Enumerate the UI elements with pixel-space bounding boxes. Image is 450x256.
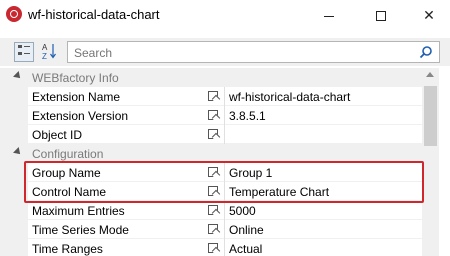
column-divider	[224, 125, 225, 144]
search-icon[interactable]	[419, 45, 433, 59]
category-label: WEBfactory Info	[32, 71, 119, 85]
property-row-group-name[interactable]: Group Name Group 1	[0, 163, 422, 182]
close-button[interactable]: ✕	[406, 0, 450, 30]
search-box	[67, 41, 440, 63]
vertical-scrollbar[interactable]	[422, 68, 439, 256]
property-name: Control Name	[32, 185, 107, 199]
search-input[interactable]	[74, 45, 394, 60]
close-icon: ✕	[423, 7, 435, 23]
row-margin	[0, 182, 28, 201]
property-value[interactable]: Actual	[229, 242, 262, 256]
column-divider	[224, 182, 225, 201]
sort-alpha-icon: A Z	[42, 43, 56, 61]
edit-icon[interactable]	[208, 243, 218, 253]
column-divider	[224, 106, 225, 125]
column-divider	[224, 239, 225, 256]
window-title: wf-historical-data-chart	[28, 7, 160, 22]
alphabetical-view-button[interactable]: A Z	[39, 42, 59, 62]
property-value[interactable]: wf-historical-data-chart	[229, 90, 350, 104]
column-divider	[224, 87, 225, 106]
edit-icon[interactable]	[208, 167, 218, 177]
property-value[interactable]: 5000	[229, 204, 256, 218]
property-name: Extension Version	[32, 109, 129, 123]
collapse-icon[interactable]	[13, 147, 23, 157]
edit-icon[interactable]	[208, 224, 218, 234]
property-toolbar: A Z	[0, 38, 450, 66]
minimize-button[interactable]	[306, 0, 352, 30]
column-divider	[224, 201, 225, 220]
property-name: Time Series Mode	[32, 223, 129, 237]
property-row-maximum-entries[interactable]: Maximum Entries 5000	[0, 201, 422, 220]
property-row-control-name[interactable]: Control Name Temperature Chart	[0, 182, 422, 201]
row-margin	[0, 163, 28, 182]
property-row-time-ranges[interactable]: Time Ranges Actual	[0, 239, 422, 256]
property-name: Group Name	[32, 166, 101, 180]
property-grid: WEBfactory Info Extension Name wf-histor…	[0, 68, 450, 256]
edit-icon[interactable]	[208, 186, 218, 196]
property-value[interactable]: 3.8.5.1	[229, 109, 266, 123]
edit-icon[interactable]	[208, 129, 218, 139]
category-label: Configuration	[32, 147, 104, 161]
svg-text:Z: Z	[42, 52, 47, 60]
category-webfactory-info[interactable]: WEBfactory Info	[0, 68, 422, 87]
maximize-icon	[376, 11, 386, 22]
title-bar: wf-historical-data-chart ✕	[0, 0, 450, 30]
property-value[interactable]: Group 1	[229, 166, 272, 180]
categorized-icon	[18, 45, 30, 55]
property-row-extension-name[interactable]: Extension Name wf-historical-data-chart	[0, 87, 422, 106]
row-margin	[0, 201, 28, 220]
property-row-extension-version[interactable]: Extension Version 3.8.5.1	[0, 106, 422, 125]
property-value[interactable]: Online	[229, 223, 264, 237]
edit-icon[interactable]	[208, 110, 218, 120]
categorized-view-button[interactable]	[14, 42, 34, 62]
row-margin	[0, 239, 28, 256]
row-margin	[0, 125, 28, 144]
app-icon	[6, 6, 22, 22]
property-name: Extension Name	[32, 90, 121, 104]
maximize-button[interactable]	[358, 0, 404, 30]
property-name: Time Ranges	[32, 242, 103, 256]
property-row-object-id[interactable]: Object ID	[0, 125, 422, 144]
property-name: Maximum Entries	[32, 204, 125, 218]
column-divider	[224, 163, 225, 182]
property-name: Object ID	[32, 128, 83, 142]
property-value[interactable]: Temperature Chart	[229, 185, 329, 199]
column-divider	[224, 220, 225, 239]
category-configuration[interactable]: Configuration	[0, 144, 422, 163]
minimize-icon	[324, 15, 334, 17]
collapse-icon[interactable]	[13, 71, 23, 81]
edit-icon[interactable]	[208, 205, 218, 215]
row-margin	[0, 87, 28, 106]
edit-icon[interactable]	[208, 91, 218, 101]
row-margin	[0, 106, 28, 125]
scroll-up-icon[interactable]	[426, 72, 434, 77]
scroll-thumb[interactable]	[424, 86, 437, 146]
svg-text:A: A	[42, 43, 48, 52]
row-margin	[0, 220, 28, 239]
property-row-time-series-mode[interactable]: Time Series Mode Online	[0, 220, 422, 239]
